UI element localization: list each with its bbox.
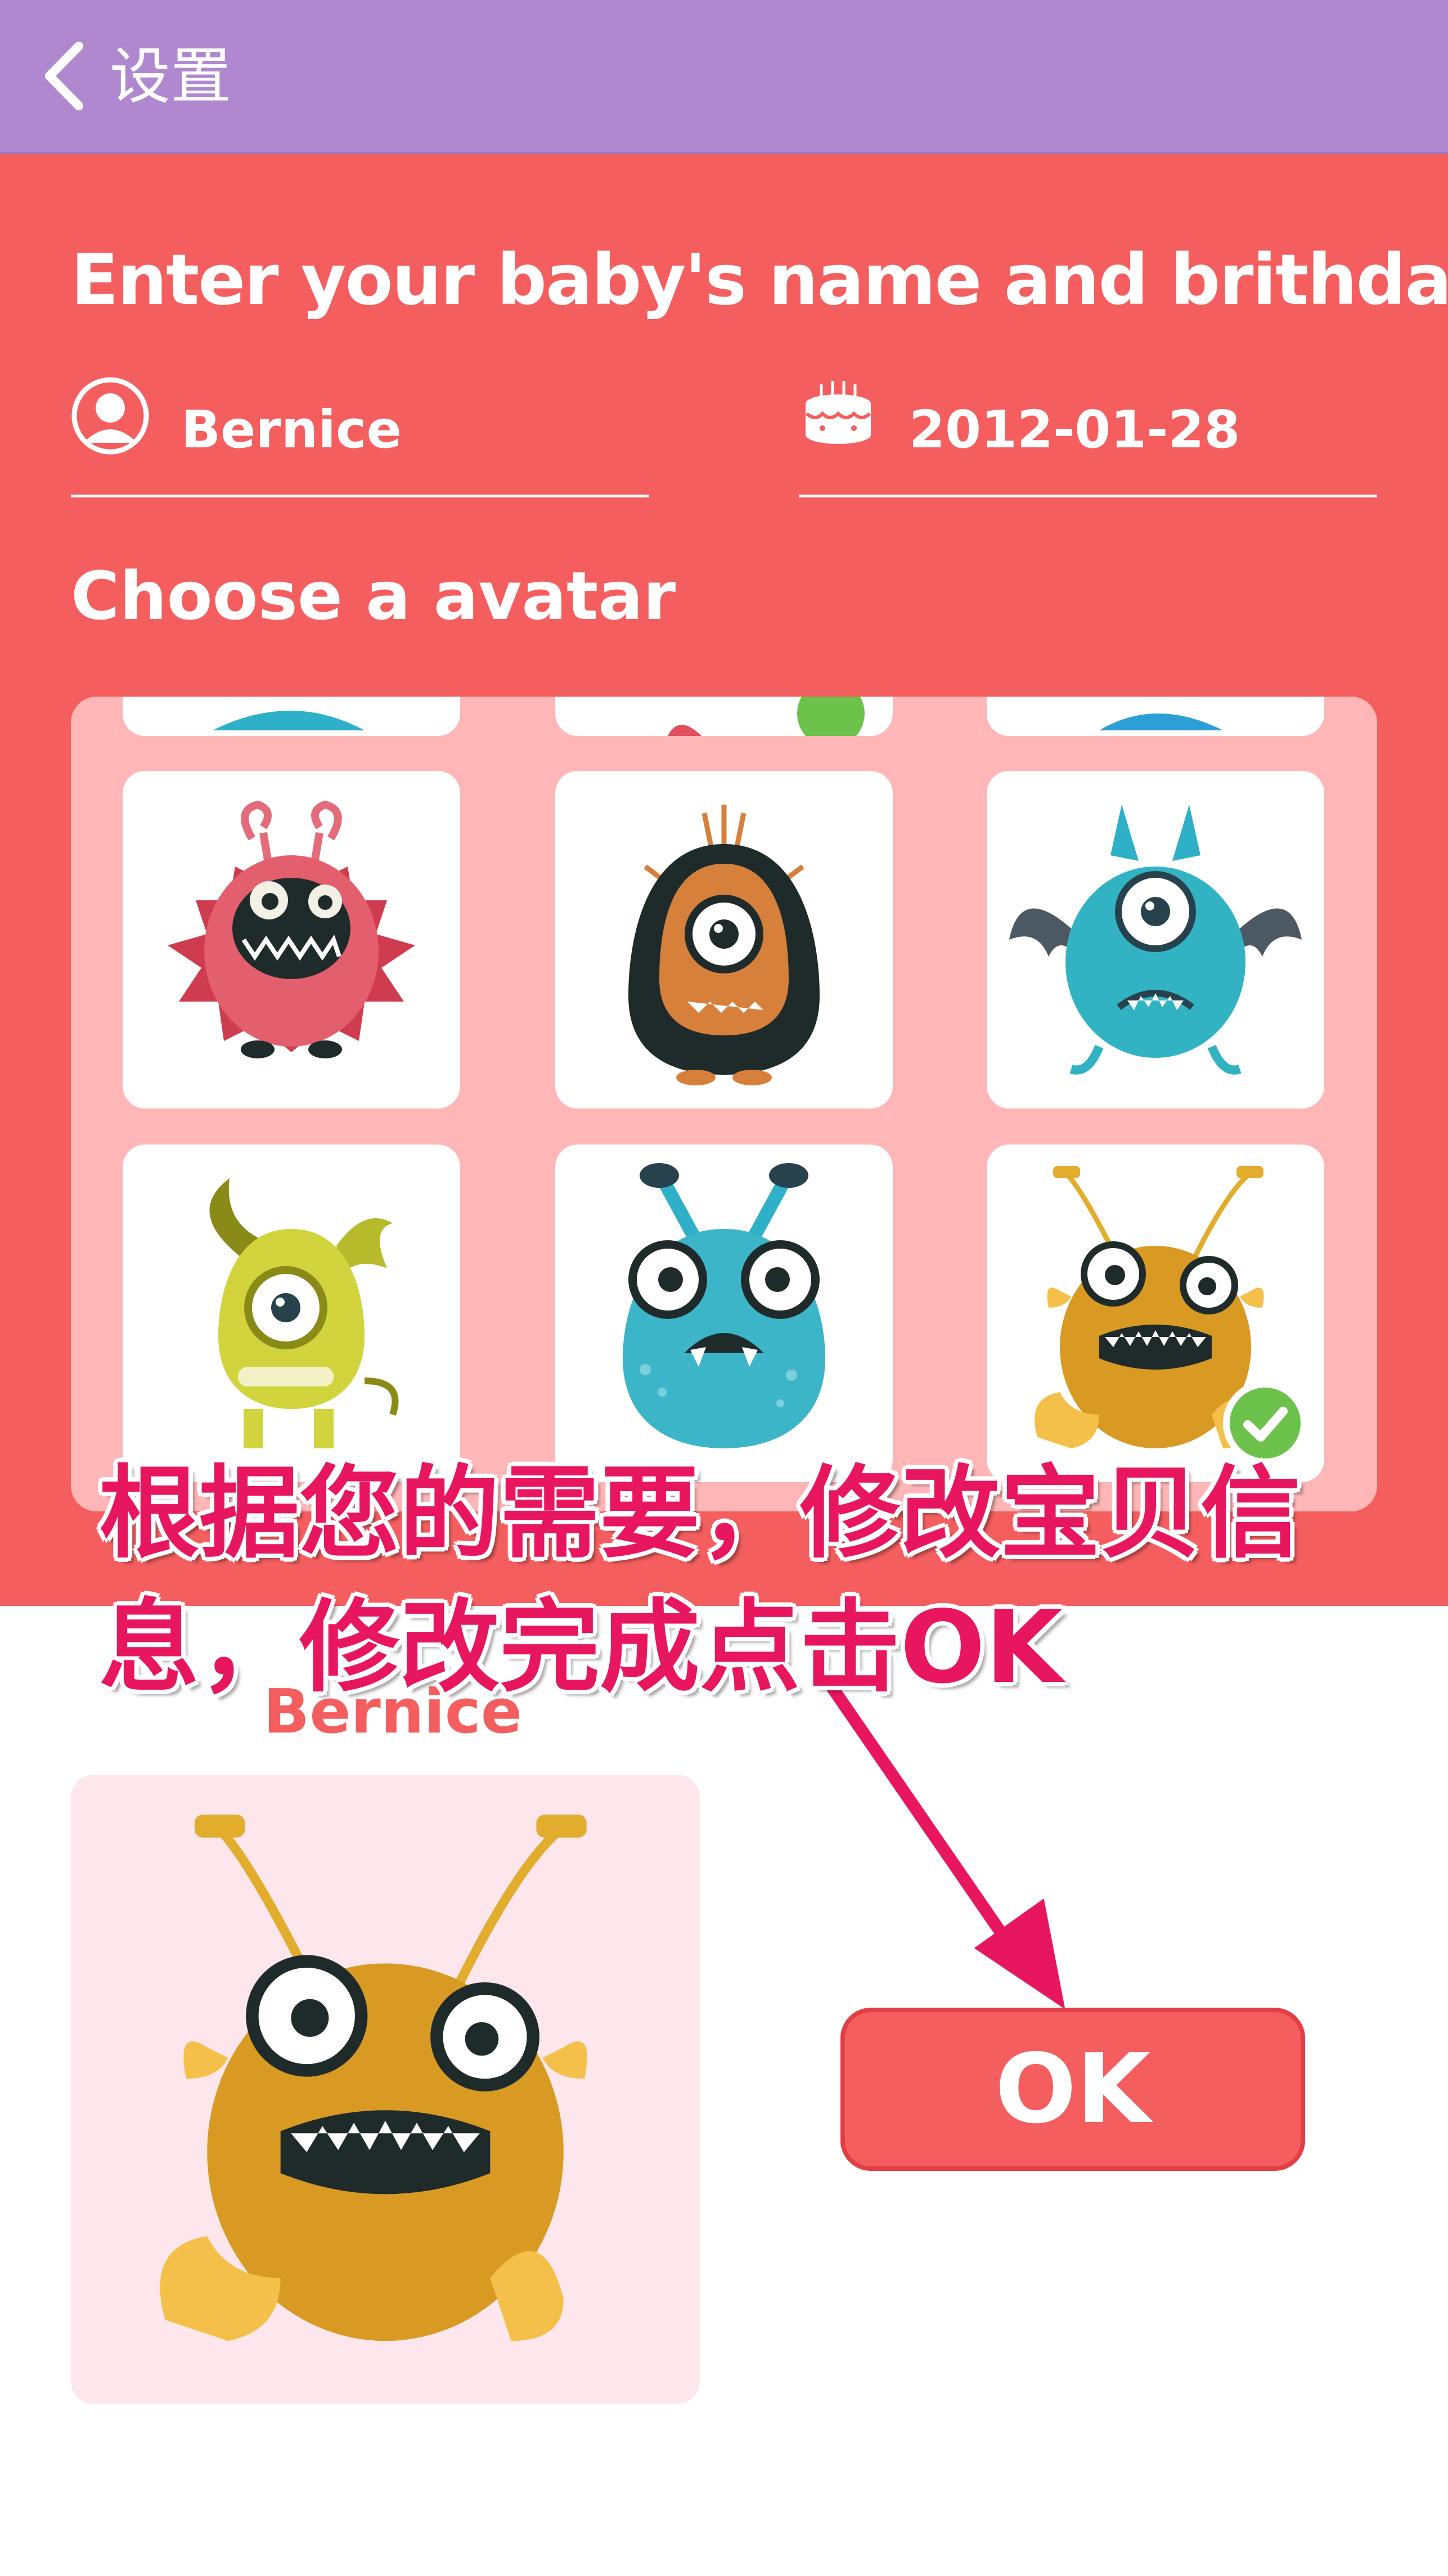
avatar-tile-partial[interactable] (123, 697, 460, 736)
avatar-tile-red-spiky-monster[interactable] (123, 771, 460, 1109)
birthday-input[interactable] (909, 399, 1359, 461)
red-spiky-monster-icon (168, 800, 415, 1058)
avatar-tile-yellow-green-dog-monster[interactable] (123, 1145, 460, 1482)
avatar-tile-partial[interactable] (987, 697, 1324, 736)
name-input[interactable] (181, 399, 631, 461)
avatar-tile-partial[interactable] (555, 697, 893, 736)
avatar-tile-blue-antenna-monster[interactable] (555, 1145, 893, 1482)
annotation-line-2: 息，修改完成点击OK (99, 1589, 1063, 1706)
avatar-tile-orange-bug-monster[interactable] (987, 1145, 1324, 1482)
avatar-grid[interactable] (71, 697, 1377, 1511)
yellow-green-dog-monster-icon (209, 1178, 399, 1448)
birthday-field[interactable] (799, 376, 1377, 497)
orange-one-eyed-monster-icon (628, 805, 820, 1085)
avatar-tile-teal-winged-monster[interactable] (987, 771, 1324, 1109)
profile-form-panel: Enter your baby's name and brithday Choo… (0, 154, 1448, 1606)
annotation-line-1: 根据您的需要，修改宝贝信 (99, 1455, 1301, 1572)
page-title: 设置 (110, 42, 232, 112)
birthday-cake-icon (806, 381, 871, 444)
person-icon (71, 377, 149, 455)
avatar-tile-orange-one-eyed-monster[interactable] (555, 771, 893, 1109)
teal-winged-monster-icon (1009, 805, 1302, 1075)
chevron-left-icon[interactable] (39, 39, 90, 113)
annotation-arrow-icon (826, 1682, 1065, 2009)
blue-antenna-monster-icon (623, 1163, 825, 1448)
avatar-preview (71, 1775, 700, 2404)
name-field[interactable] (71, 376, 649, 497)
avatar-heading: Choose a avatar (71, 557, 676, 635)
orange-bug-monster-preview-icon (160, 1814, 587, 2341)
top-bar: 设置 (0, 0, 1448, 154)
form-heading: Enter your baby's name and brithday (71, 240, 1448, 321)
